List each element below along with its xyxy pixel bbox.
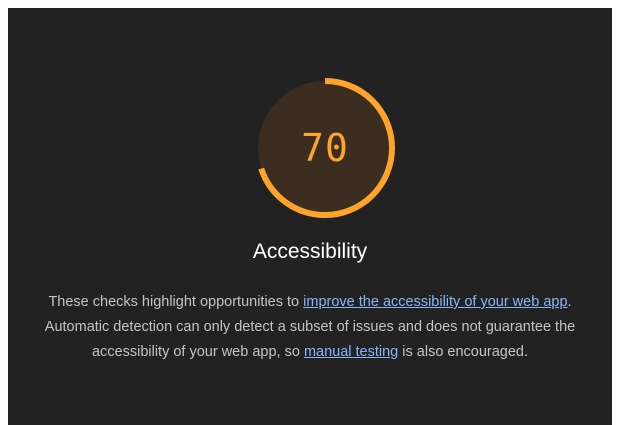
score-gauge: 70: [252, 75, 398, 221]
description-text-1: These checks highlight opportunities to: [48, 294, 304, 310]
manual-testing-link[interactable]: manual testing: [304, 344, 398, 360]
category-title: Accessibility: [252, 240, 368, 263]
improve-accessibility-link[interactable]: improve the accessibility of your web ap…: [303, 294, 567, 310]
description-text-3: is also encouraged.: [398, 344, 529, 360]
accessibility-panel: 70 Accessibility These checks highlight …: [8, 8, 612, 425]
score-value: 70: [301, 126, 349, 170]
category-description: These checks highlight opportunities to …: [26, 290, 594, 365]
